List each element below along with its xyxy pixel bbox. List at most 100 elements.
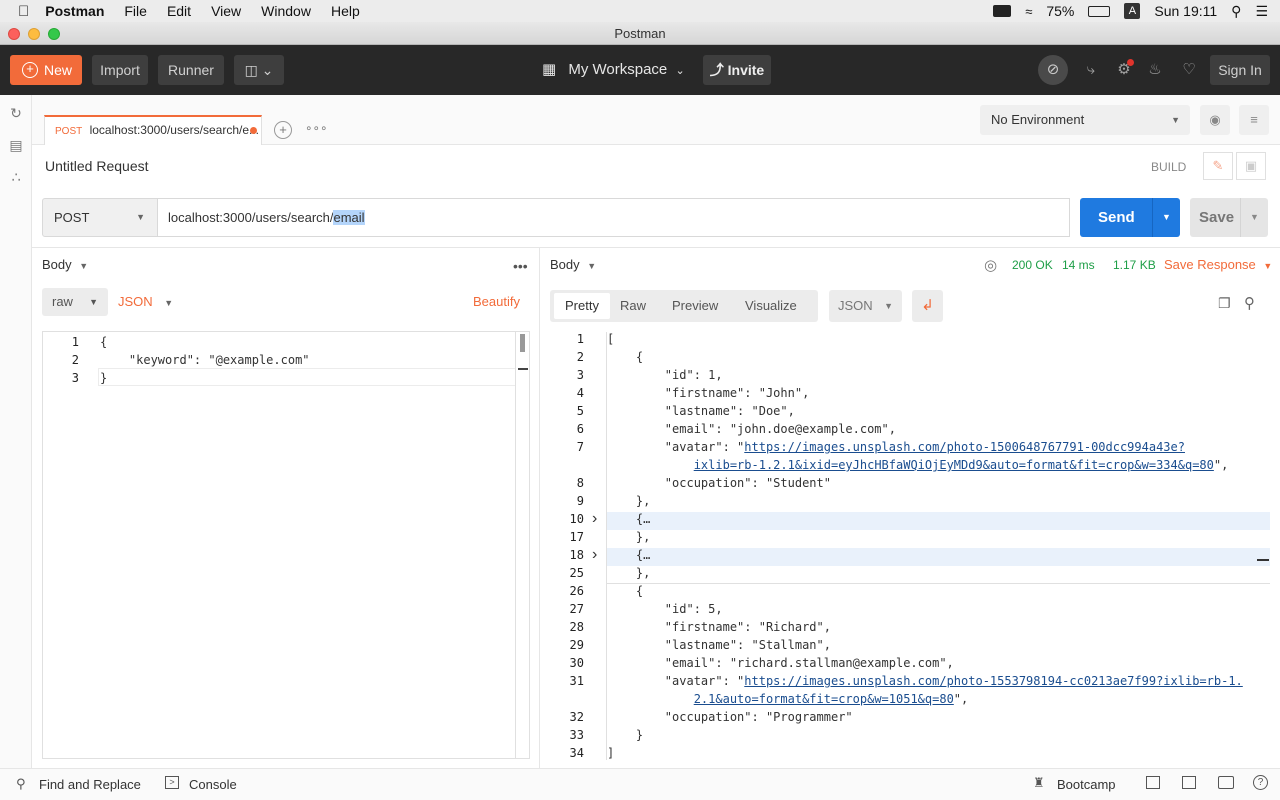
comment-icon[interactable]: ▣ bbox=[1236, 152, 1266, 180]
body-tab-title[interactable]: Body ▼ bbox=[42, 257, 88, 272]
clock[interactable]: Sun 19:11 bbox=[1154, 3, 1217, 19]
response-format-value: JSON bbox=[838, 298, 873, 313]
close-window-button[interactable] bbox=[8, 28, 20, 40]
editor-scrollbar[interactable] bbox=[515, 332, 529, 758]
avatar-url-link[interactable]: https://images.unsplash.com/photo-150064… bbox=[744, 440, 1185, 454]
response-time[interactable]: 14 ms bbox=[1062, 258, 1095, 272]
bootcamp-button[interactable]: Bootcamp bbox=[1057, 777, 1116, 792]
more-options-icon[interactable]: ••• bbox=[513, 258, 528, 274]
wrap-lines-icon[interactable]: ↲ bbox=[912, 290, 943, 322]
send-label: Send bbox=[1098, 209, 1135, 226]
scroll-marker bbox=[1257, 559, 1269, 561]
menu-edit[interactable]: Edit bbox=[167, 3, 191, 19]
tab-pretty[interactable]: Pretty bbox=[554, 293, 610, 319]
find-replace-button[interactable]: Find and Replace bbox=[39, 777, 141, 792]
save-response-button[interactable]: Save Response ▼ bbox=[1164, 257, 1272, 272]
battery-icon[interactable] bbox=[1088, 5, 1111, 17]
apis-icon[interactable]: ∴ bbox=[8, 169, 24, 185]
save-button[interactable]: Save ▼ bbox=[1190, 198, 1268, 237]
heart-icon[interactable]: ♡ bbox=[1176, 57, 1202, 83]
save-dropdown-chevron-icon[interactable]: ▼ bbox=[1240, 198, 1268, 237]
body-format-select[interactable]: JSON ▼ bbox=[118, 288, 173, 316]
console-icon[interactable]: > bbox=[165, 776, 179, 789]
menu-help[interactable]: Help bbox=[331, 3, 360, 19]
manage-environments-button[interactable]: ≡ bbox=[1239, 105, 1269, 135]
workspace-selector[interactable]: ▦ My Workspace ⌄ bbox=[542, 55, 685, 85]
settings-gear-icon[interactable]: ⚙ bbox=[1111, 57, 1137, 83]
search-icon[interactable]: ⚲ bbox=[1244, 294, 1255, 312]
avatar-url-link[interactable]: https://images.unsplash.com/photo-155379… bbox=[744, 674, 1243, 688]
avatar-url-link[interactable]: ixlib=rb-1.2.1&ixid=eyJhcHBfaWQiOjEyMDd9… bbox=[694, 458, 1214, 472]
window-plus-icon: ◫ ⌄ bbox=[244, 62, 274, 78]
request-body-editor[interactable]: 1 {2 "keyword": "@example.com" 3} bbox=[42, 331, 530, 759]
response-body-viewer[interactable]: 1 [2 {3 "id": 1, 4 "firstname": "John", 5 "… bbox=[550, 332, 1270, 760]
runner-button[interactable]: Runner bbox=[158, 55, 224, 85]
line-number: 3 bbox=[576, 368, 584, 382]
line-number: 34 bbox=[569, 746, 584, 760]
camera-icon[interactable] bbox=[993, 5, 1012, 17]
line-number: 26 bbox=[569, 584, 584, 598]
line-number: 5 bbox=[576, 404, 584, 418]
response-size[interactable]: 1.17 KB bbox=[1113, 258, 1156, 272]
app-menu[interactable]: Postman bbox=[45, 3, 104, 19]
response-body-title[interactable]: Body ▼ bbox=[550, 257, 596, 272]
new-window-button[interactable]: ◫ ⌄ bbox=[234, 55, 284, 85]
capture-requests-icon[interactable]: ⤷ bbox=[1078, 57, 1104, 83]
input-source-icon[interactable]: A bbox=[1124, 3, 1141, 19]
scroll-thumb[interactable] bbox=[520, 334, 525, 352]
request-name[interactable]: Untitled Request bbox=[45, 158, 149, 174]
zoom-window-button[interactable] bbox=[48, 28, 60, 40]
console-button[interactable]: Console bbox=[189, 777, 237, 792]
edit-pencil-icon[interactable]: ✎ bbox=[1203, 152, 1233, 180]
tab-preview[interactable]: Preview bbox=[672, 293, 718, 319]
bootcamp-icon[interactable]: ♜ bbox=[1033, 775, 1045, 791]
more-tabs-icon[interactable]: ∘∘∘ bbox=[305, 121, 328, 135]
tab-visualize[interactable]: Visualize bbox=[745, 293, 797, 319]
history-icon[interactable]: ↻ bbox=[8, 105, 24, 121]
menu-file[interactable]: File bbox=[124, 3, 147, 19]
response-format-select[interactable]: JSON ▼ bbox=[829, 290, 902, 322]
import-button[interactable]: Import bbox=[92, 55, 148, 85]
globe-icon[interactable]: ◎ bbox=[984, 256, 997, 274]
new-button[interactable]: + New bbox=[10, 55, 82, 85]
collections-icon[interactable]: ▤ bbox=[8, 137, 24, 153]
line-number: 29 bbox=[569, 638, 584, 652]
notifications-bell-icon[interactable]: ♨ bbox=[1142, 57, 1168, 83]
body-title-label: Body bbox=[42, 257, 72, 272]
new-tab-plus-icon[interactable]: + bbox=[274, 121, 292, 139]
method-select[interactable]: POST ▼ bbox=[42, 198, 158, 237]
sync-off-icon[interactable]: ⊘ bbox=[1038, 55, 1068, 85]
notification-center-icon[interactable]: ☰ bbox=[1255, 3, 1268, 20]
menu-window[interactable]: Window bbox=[261, 3, 311, 19]
chevron-down-icon: ▼ bbox=[136, 212, 145, 222]
wifi-icon[interactable]: ≈ bbox=[1025, 4, 1032, 19]
help-icon[interactable]: ? bbox=[1253, 775, 1268, 790]
layout-grid-icon[interactable] bbox=[1182, 776, 1196, 789]
request-tab[interactable]: POST localhost:3000/users/search/e... bbox=[44, 115, 262, 145]
spotlight-icon[interactable]: ⚲ bbox=[1231, 3, 1241, 20]
environment-quick-look-button[interactable]: ◉ bbox=[1200, 105, 1230, 135]
body-type-select[interactable]: raw ▼ bbox=[42, 288, 108, 316]
copy-icon[interactable]: ❐ bbox=[1218, 295, 1231, 312]
keyboard-shortcuts-icon[interactable] bbox=[1218, 776, 1234, 789]
url-input[interactable]: localhost:3000/users/search/email bbox=[157, 198, 1070, 237]
minimize-window-button[interactable] bbox=[28, 28, 40, 40]
menu-view[interactable]: View bbox=[211, 3, 241, 19]
find-replace-icon[interactable]: ⚲ bbox=[16, 776, 26, 792]
workspace-name: My Workspace bbox=[568, 61, 668, 78]
apple-icon[interactable]:  bbox=[18, 3, 29, 20]
send-button[interactable]: Send ▼ bbox=[1080, 198, 1180, 237]
avatar-url-link[interactable]: 2.1&auto=format&fit=crop&w=1051&q=80 bbox=[694, 692, 954, 706]
beautify-button[interactable]: Beautify bbox=[473, 294, 520, 309]
tab-raw[interactable]: Raw bbox=[620, 293, 646, 319]
send-dropdown-chevron-icon[interactable]: ▼ bbox=[1152, 198, 1180, 237]
window-title: Postman bbox=[614, 26, 666, 41]
status-code[interactable]: 200 OK bbox=[1012, 258, 1053, 272]
environment-select[interactable]: No Environment ▼ bbox=[980, 105, 1190, 135]
mac-menu-bar:  Postman File Edit View Window Help ≈ 7… bbox=[0, 0, 1280, 22]
invite-button[interactable]: ⤴ Invite bbox=[703, 55, 771, 85]
sign-in-button[interactable]: Sign In bbox=[1210, 55, 1270, 85]
two-pane-view-icon[interactable] bbox=[1146, 776, 1160, 789]
fold-chevron-icon[interactable]: › bbox=[592, 546, 597, 564]
fold-chevron-icon[interactable]: › bbox=[592, 510, 597, 528]
